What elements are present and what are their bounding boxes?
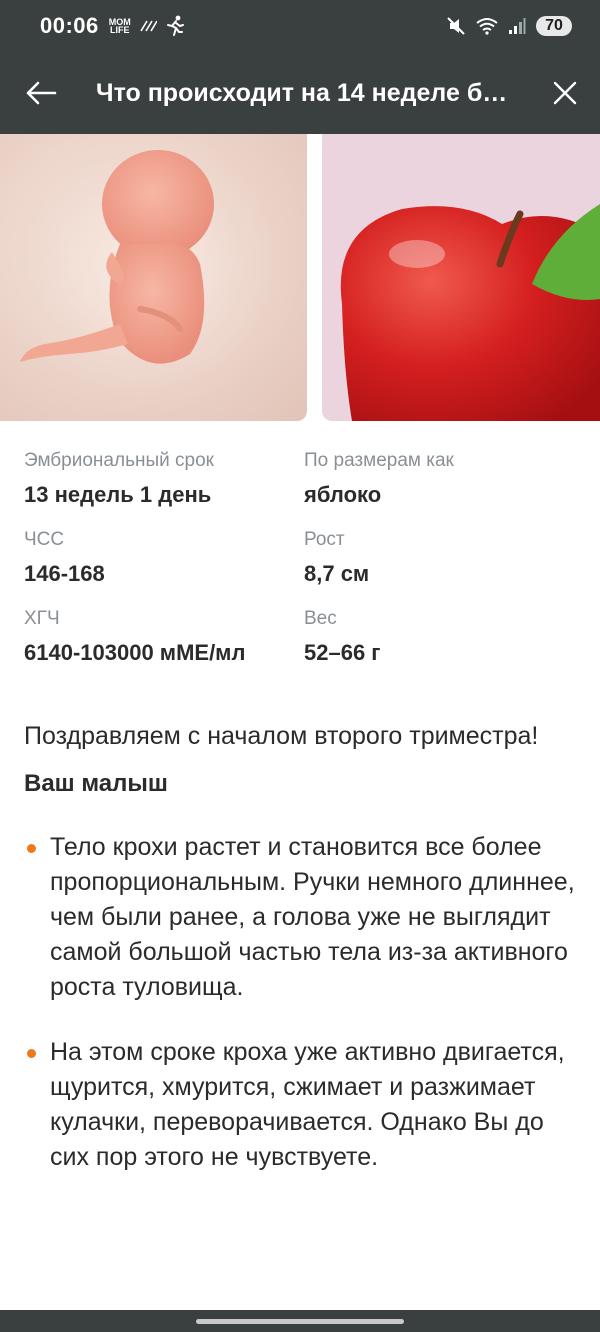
bullet-dot-icon [27, 1049, 36, 1058]
fetus-image [0, 134, 307, 421]
page-title: Что происходит на 14 неделе бе… [96, 78, 522, 107]
bullet-dot-icon [27, 844, 36, 853]
list-item: Тело крохи растет и становится все более… [24, 830, 576, 1005]
status-bar: 00:06 MOM LIFE 70 [0, 0, 600, 52]
facts-grid: Эмбриональный срок 13 недель 1 день По р… [24, 446, 584, 683]
fact-value: 13 недель 1 день [24, 482, 212, 507]
fact-label: ЧСС [24, 529, 65, 550]
back-button[interactable] [0, 52, 82, 134]
fact-size-comparison: По размерам как яблоко [304, 446, 584, 525]
close-icon [553, 81, 577, 105]
fact-value: яблоко [304, 482, 382, 507]
running-person-icon [166, 15, 184, 36]
section-heading: Ваш малыш [24, 770, 168, 797]
facts-row: Эмбриональный срок 13 недель 1 день По р… [24, 446, 584, 525]
home-gesture-handle[interactable] [196, 1319, 404, 1324]
article-body: Поздравляем с началом второго триместра!… [24, 718, 576, 1205]
status-time: 00:06 [40, 13, 99, 38]
intro-paragraph: Поздравляем с началом второго триместра! [24, 722, 539, 750]
fact-hcg: ХГЧ 6140-103000 мМЕ/мл [24, 604, 304, 683]
fact-value: 52–66 г [304, 640, 381, 665]
fact-label: ХГЧ [24, 608, 60, 629]
image-strip [0, 134, 600, 421]
list-item-text: На этом сроке кроха уже активно двигаетс… [50, 1038, 565, 1171]
cell-signal-icon [509, 18, 526, 34]
fact-height: Рост 8,7 см [304, 525, 584, 604]
app-badge: MOM LIFE [108, 17, 131, 35]
facts-row: ХГЧ 6140-103000 мМЕ/мл Вес 52–66 г [24, 604, 584, 683]
fact-label: Эмбриональный срок [24, 450, 214, 471]
list-item: На этом сроке кроха уже активно двигаетс… [24, 1035, 576, 1175]
battery-indicator: 70 [536, 16, 572, 36]
fact-heart-rate: ЧСС 146-168 [24, 525, 304, 604]
fact-label: Рост [304, 529, 345, 550]
status-icons-right: 70 [446, 16, 572, 36]
status-icons-left: MOM LIFE [109, 15, 185, 37]
signal-lines-icon [140, 20, 157, 32]
app-bar: Что происходит на 14 неделе бе… [0, 52, 600, 134]
close-button[interactable] [530, 52, 600, 134]
mute-icon [447, 17, 465, 35]
list-item-text: Тело крохи растет и становится все более… [50, 833, 575, 1001]
fact-value: 8,7 см [304, 561, 370, 586]
fact-value: 146-168 [24, 561, 105, 586]
arrow-left-icon [26, 81, 57, 105]
wifi-icon [476, 18, 498, 35]
facts-row: ЧСС 146-168 Рост 8,7 см [24, 525, 584, 604]
fact-weight: Вес 52–66 г [304, 604, 584, 683]
system-nav-bar [0, 1310, 600, 1332]
apple-image [322, 134, 600, 421]
fact-value: 6140-103000 мМЕ/мл [24, 640, 246, 665]
fact-label: Вес [304, 608, 337, 629]
fact-embryonic-term: Эмбриональный срок 13 недель 1 день [24, 446, 304, 525]
fact-label: По размерам как [304, 450, 454, 471]
bullet-list: Тело крохи растет и становится все более… [24, 830, 576, 1175]
